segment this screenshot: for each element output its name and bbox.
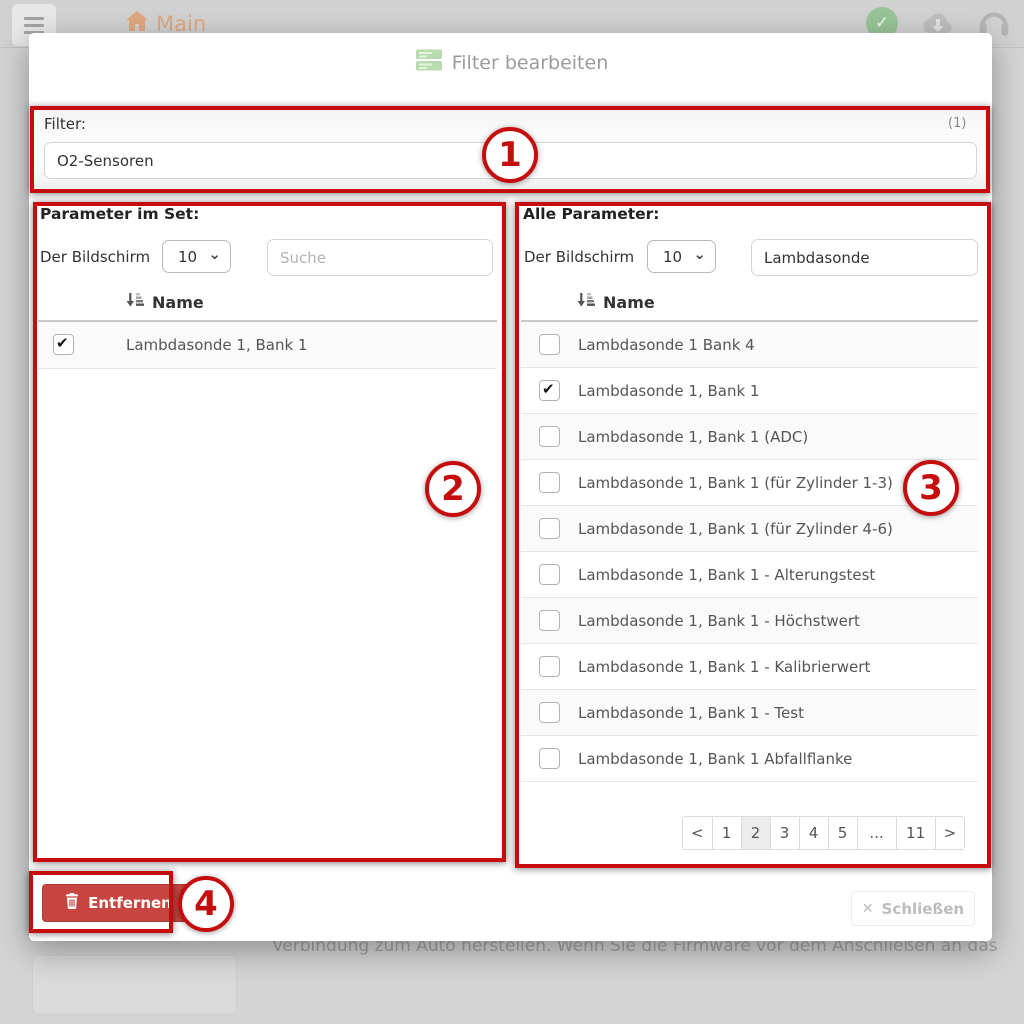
row-label: Lambdasonde 1, Bank 1	[126, 322, 307, 368]
filter-name-input[interactable]	[44, 142, 977, 179]
set-panel-heading: Parameter im Set:	[40, 205, 199, 223]
pagination-prev[interactable]: <	[682, 816, 713, 850]
row-checkbox[interactable]	[539, 472, 560, 493]
remove-button-label: Entfernen	[88, 894, 172, 912]
background-page-panel	[32, 955, 237, 1015]
set-page-size-label: Der Bildschirm	[40, 248, 150, 266]
column-label: Name	[152, 293, 204, 312]
chevron-down-icon: ⌄	[693, 245, 706, 263]
pagination-page-2-active[interactable]: 2	[741, 816, 771, 850]
row-label: Lambdasonde 1, Bank 1 - Kalibrierwert	[578, 644, 870, 690]
row-label: Lambdasonde 1, Bank 1 (für Zylinder 4-6)	[578, 506, 893, 552]
table-row[interactable]: Lambdasonde 1, Bank 1 (für Zylinder 1-3)	[521, 460, 978, 506]
hamburger-icon	[24, 17, 44, 20]
row-label: Lambdasonde 1 Bank 4	[578, 322, 755, 368]
page: Main ✓ Verbindung zum Auto herstellen. W…	[0, 0, 1024, 1024]
all-page-size-value: 10	[663, 248, 682, 266]
table-row[interactable]: Lambdasonde 1, Bank 1 - Kalibrierwert	[521, 644, 978, 690]
row-label: Lambdasonde 1, Bank 1 - Alterungstest	[578, 552, 875, 598]
set-search-input[interactable]	[267, 239, 493, 276]
close-icon: ✕	[862, 901, 874, 917]
pagination-page-3[interactable]: 3	[770, 816, 800, 850]
table-row[interactable]: Lambdasonde 1, Bank 1 - Alterungstest	[521, 552, 978, 598]
trash-icon	[65, 893, 79, 913]
filter-count-badge: (1)	[948, 116, 966, 131]
row-checkbox[interactable]	[53, 334, 74, 355]
row-checkbox[interactable]	[539, 748, 560, 769]
row-checkbox[interactable]	[539, 702, 560, 723]
row-label: Lambdasonde 1, Bank 1 Abfallflanke	[578, 736, 852, 782]
modal-title: Filter bearbeiten	[0, 48, 1024, 77]
row-checkbox[interactable]	[539, 564, 560, 585]
sort-icon	[126, 292, 144, 312]
table-row[interactable]: Lambdasonde 1, Bank 1	[38, 322, 497, 369]
set-page-size-value: 10	[178, 248, 197, 266]
filter-label: Filter:	[44, 115, 86, 133]
all-page-size-select[interactable]: 10 ⌄	[647, 240, 716, 273]
modal-title-text: Filter bearbeiten	[452, 52, 609, 74]
pagination-ellipsis: ...	[857, 816, 897, 850]
sort-icon	[577, 292, 595, 312]
table-row[interactable]: Lambdasonde 1, Bank 1 Abfallflanke	[521, 736, 978, 782]
column-label: Name	[603, 293, 655, 312]
brand-label: Main	[156, 12, 206, 36]
all-page-size-label: Der Bildschirm	[524, 248, 634, 266]
all-search-input[interactable]	[751, 239, 978, 276]
row-label: Lambdasonde 1, Bank 1 - Höchstwert	[578, 598, 860, 644]
set-name-column-header[interactable]: Name	[126, 292, 204, 312]
pagination-page-1[interactable]: 1	[712, 816, 742, 850]
pagination: < 1 2 3 4 5 ... 11 >	[682, 816, 965, 850]
pagination-page-5[interactable]: 5	[828, 816, 858, 850]
all-panel-heading: Alle Parameter:	[523, 205, 659, 223]
remove-button[interactable]: Entfernen	[42, 884, 195, 922]
row-checkbox[interactable]	[539, 426, 560, 447]
table-row[interactable]: Lambdasonde 1, Bank 1 (ADC)	[521, 414, 978, 460]
pagination-page-4[interactable]: 4	[799, 816, 829, 850]
set-page-size-select[interactable]: 10 ⌄	[162, 240, 231, 273]
row-checkbox[interactable]	[539, 380, 560, 401]
table-row[interactable]: Lambdasonde 1, Bank 1 - Test	[521, 690, 978, 736]
row-checkbox[interactable]	[539, 656, 560, 677]
close-button[interactable]: ✕ Schließen	[851, 891, 975, 926]
table-row[interactable]: Lambdasonde 1, Bank 1	[521, 368, 978, 414]
row-label: Lambdasonde 1, Bank 1 - Test	[578, 690, 804, 736]
pagination-next[interactable]: >	[935, 816, 966, 850]
table-row[interactable]: Lambdasonde 1, Bank 1 (für Zylinder 4-6)	[521, 506, 978, 552]
row-label: Lambdasonde 1, Bank 1 (für Zylinder 1-3)	[578, 460, 893, 506]
row-checkbox[interactable]	[539, 610, 560, 631]
all-name-column-header[interactable]: Name	[577, 292, 655, 312]
close-button-label: Schließen	[882, 900, 964, 918]
row-checkbox[interactable]	[539, 334, 560, 355]
row-checkbox[interactable]	[539, 518, 560, 539]
list-stack-icon	[416, 48, 442, 77]
pagination-page-11[interactable]: 11	[896, 816, 936, 850]
table-row[interactable]: Lambdasonde 1, Bank 1 - Höchstwert	[521, 598, 978, 644]
table-row[interactable]: Lambdasonde 1 Bank 4	[521, 322, 978, 368]
chevron-down-icon: ⌄	[208, 245, 221, 263]
row-label: Lambdasonde 1, Bank 1	[578, 368, 759, 414]
row-label: Lambdasonde 1, Bank 1 (ADC)	[578, 414, 808, 460]
